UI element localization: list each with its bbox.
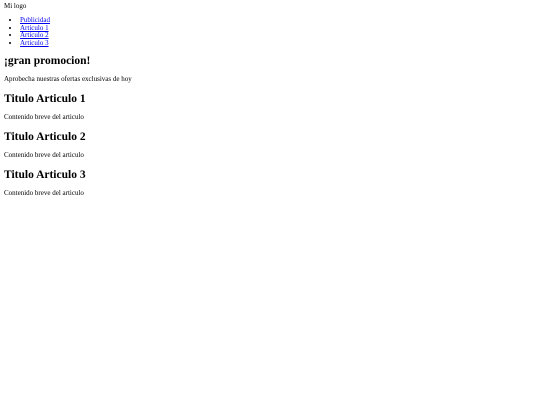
article-2: Titulo Articulo 2 Contenido breve del ar…	[4, 130, 534, 160]
article-title: Titulo Articulo 2	[4, 131, 86, 144]
article-summary: Contenido breve del articulo	[4, 189, 84, 198]
promo-text: Aprobecha nuestras ofertas exclusivas de…	[4, 75, 132, 84]
nav-item-articulo-2: Articulo 2	[20, 31, 534, 40]
articles-list: Titulo Articulo 1 Contenido breve del ar…	[4, 92, 534, 198]
main-nav: Publicidad Articulo 1 Articulo 2 Articul…	[4, 16, 534, 48]
article-title: Titulo Articulo 1	[4, 93, 86, 106]
article-title: Titulo Articulo 3	[4, 169, 86, 182]
article-3: Titulo Articulo 3 Contenido breve del ar…	[4, 168, 534, 198]
nav-item-articulo-1: Articulo 1	[20, 24, 534, 33]
nav-link-articulo-3[interactable]: Articulo 3	[20, 39, 49, 47]
nav-item-publicidad: Publicidad	[20, 16, 534, 25]
nav-item-articulo-3: Articulo 3	[20, 39, 534, 48]
site-logo: Mi logo	[4, 2, 27, 10]
article-summary: Contenido breve del articulo	[4, 113, 84, 122]
article-1: Titulo Articulo 1 Contenido breve del ar…	[4, 92, 534, 122]
site-header: Mi logo	[4, 2, 534, 11]
page: Mi logo Publicidad Articulo 1 Articulo 2…	[4, 2, 534, 198]
nav-list: Publicidad Articulo 1 Articulo 2 Articul…	[4, 16, 534, 48]
promo-title: ¡gran promocion!	[4, 55, 91, 68]
promo-section: ¡gran promocion! Aprobecha nuestras ofer…	[4, 54, 534, 84]
article-summary: Contenido breve del articulo	[4, 151, 84, 160]
